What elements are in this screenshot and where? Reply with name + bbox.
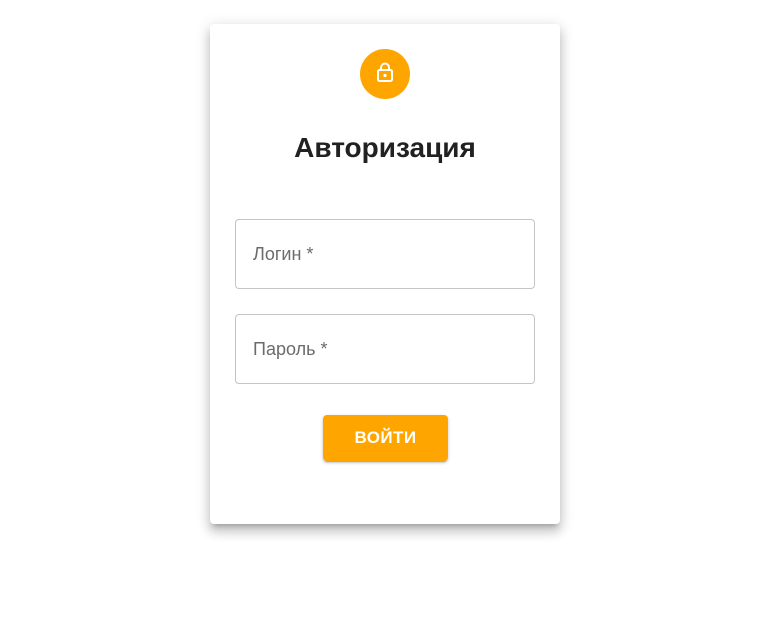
password-input[interactable] [236,315,534,383]
page-title: Авторизация [294,132,476,163]
password-field[interactable]: Пароль * [235,314,535,384]
login-card: Авторизация Логин * Пароль * ВОЙТИ [210,24,560,524]
login-input[interactable] [236,220,534,288]
lock-avatar [360,49,410,99]
lock-icon [373,60,397,89]
login-button[interactable]: ВОЙТИ [323,415,448,461]
login-field[interactable]: Логин * [235,219,535,289]
login-page: Авторизация Логин * Пароль * ВОЙТИ [0,0,777,618]
